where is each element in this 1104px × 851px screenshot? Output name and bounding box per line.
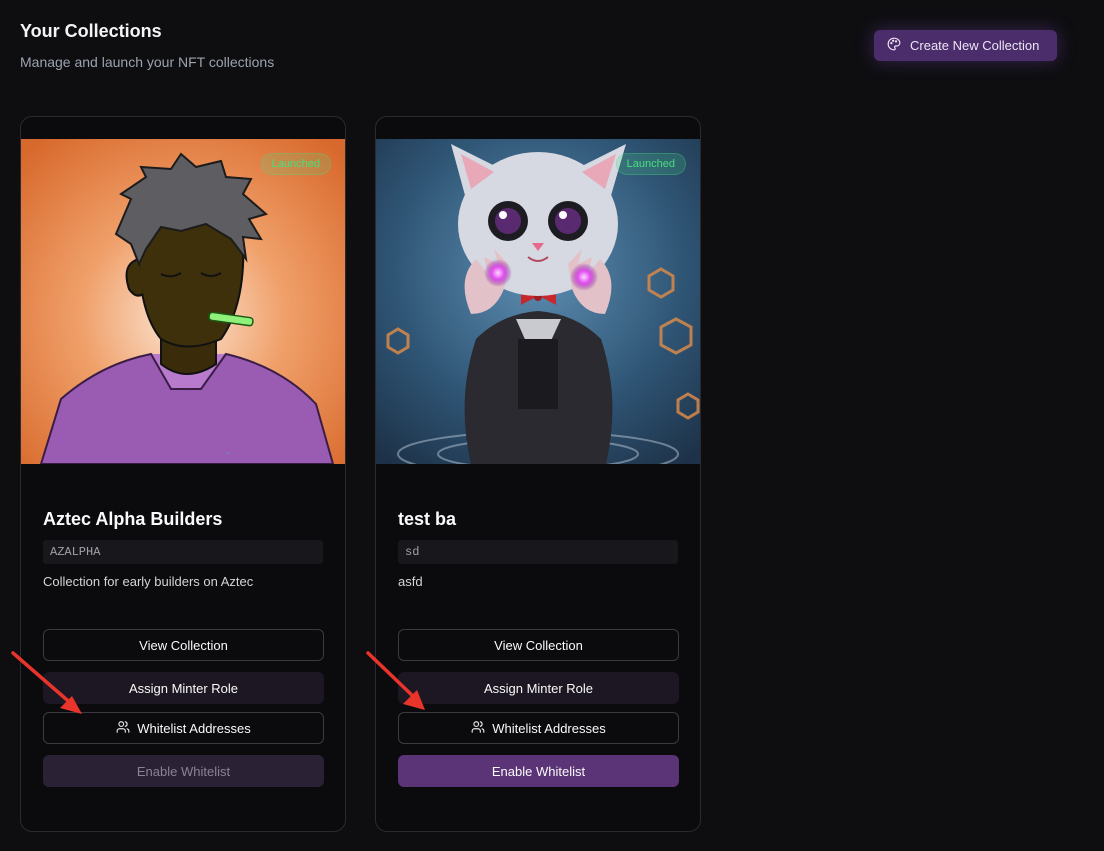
create-new-collection-button[interactable]: Create New Collection <box>874 30 1057 61</box>
collection-card: Launched test ba sd asfd View Collection… <box>375 116 701 832</box>
status-badge: Launched <box>615 153 686 175</box>
whitelist-addresses-button[interactable]: Whitelist Addresses <box>398 712 679 744</box>
palette-icon <box>887 37 901 54</box>
collection-image <box>376 139 700 464</box>
collection-title: Aztec Alpha Builders <box>43 509 223 529</box>
create-new-collection-label: Create New Collection <box>910 38 1040 53</box>
collection-symbol: AZALPHA <box>43 540 323 564</box>
view-collection-label: View Collection <box>494 637 583 653</box>
enable-whitelist-label: Enable Whitelist <box>491 763 586 779</box>
assign-minter-role-button[interactable]: Assign Minter Role <box>398 672 679 704</box>
collection-title: test ba <box>398 509 457 529</box>
enable-whitelist-label: Enable Whitelist <box>136 763 231 779</box>
assign-minter-role-button[interactable]: Assign Minter Role <box>43 672 324 704</box>
whitelist-addresses-label: Whitelist Addresses <box>492 720 606 736</box>
enable-whitelist-button[interactable]: Enable Whitelist <box>398 755 679 787</box>
view-collection-button[interactable]: View Collection <box>43 629 324 661</box>
assign-minter-role-label: Assign Minter Role <box>128 680 239 696</box>
collection-symbol: sd <box>398 540 678 564</box>
whitelist-addresses-button[interactable]: Whitelist Addresses <box>43 712 324 744</box>
assign-minter-role-label: Assign Minter Role <box>483 680 594 696</box>
collection-description: Collection for early builders on Aztec <box>43 574 254 589</box>
whitelist-addresses-label: Whitelist Addresses <box>137 720 251 736</box>
collection-description: asfd <box>398 574 423 589</box>
page-subtitle: Manage and launch your NFT collections <box>20 54 275 70</box>
view-collection-label: View Collection <box>139 637 228 653</box>
svg-text:~: ~ <box>226 450 231 457</box>
collection-card: ~ Launched Aztec Alpha Builders AZALPHA … <box>20 116 346 832</box>
view-collection-button[interactable]: View Collection <box>398 629 679 661</box>
page-title: Your Collections <box>20 21 162 41</box>
collections-page: Your Collections Manage and launch your … <box>0 0 1104 851</box>
enable-whitelist-button[interactable]: Enable Whitelist <box>43 755 324 787</box>
collection-image: ~ <box>21 139 345 464</box>
status-badge: Launched <box>260 153 331 175</box>
users-icon <box>116 720 130 737</box>
users-icon <box>471 720 485 737</box>
